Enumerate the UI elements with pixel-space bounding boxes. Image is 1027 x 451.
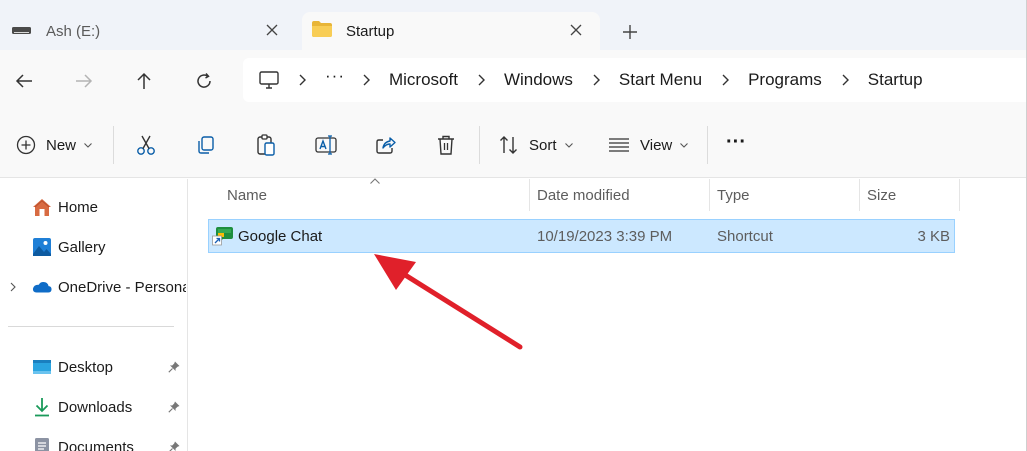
file-list: Name Date modified Type Size Google Chat… [189,178,1027,451]
chevron-right-icon [842,74,850,86]
rename-icon [315,135,337,155]
chevron-right-icon [363,74,371,86]
sidebar-item-gallery[interactable]: Gallery [0,230,188,264]
more-options-button[interactable]: ··· [726,128,746,156]
gallery-icon [32,237,52,257]
view-label: View [640,136,673,154]
breadcrumb-start-menu[interactable]: Start Menu [619,70,702,90]
chevron-down-icon [84,142,92,148]
up-arrow-icon [137,72,151,89]
home-icon [32,197,52,217]
file-size: 3 KB [917,227,950,245]
tab-startup[interactable]: Startup [302,12,600,50]
sidebar-item-downloads[interactable]: Downloads [0,390,188,424]
chevron-down-icon [564,142,573,148]
chevron-right-icon [593,74,601,86]
close-icon[interactable] [264,22,280,38]
close-icon[interactable] [568,22,584,38]
cut-button[interactable] [135,131,157,159]
title-bar: Ash (E:) Startup [0,0,1027,50]
pin-icon[interactable] [167,360,181,374]
command-bar: New Sort View ··· [0,112,1027,178]
chevron-right-icon [722,74,730,86]
address-bar[interactable]: ··· Microsoft Windows Start Menu Program… [243,58,1027,102]
sort-label: Sort [529,136,557,154]
copy-button[interactable] [195,131,217,159]
tab-ash-drive[interactable]: Ash (E:) [0,12,296,50]
forward-button[interactable] [70,67,98,95]
file-type: Shortcut [717,227,773,245]
tab-label: Startup [346,22,395,40]
column-header-type[interactable]: Type [709,179,859,211]
breadcrumb-startup[interactable]: Startup [868,70,923,90]
refresh-button[interactable] [190,67,218,95]
file-name: Google Chat [238,227,323,245]
breadcrumb-overflow[interactable]: ··· [325,66,345,86]
pin-icon[interactable] [167,400,181,414]
back-arrow-icon [15,74,32,88]
toolbar-divider [479,126,480,164]
sidebar-item-onedrive[interactable]: OneDrive - Persona [0,270,188,304]
forward-arrow-icon [76,74,93,88]
sidebar-item-documents[interactable]: Documents [0,430,188,451]
delete-icon [438,135,454,155]
view-button[interactable]: View [608,131,689,159]
toolbar-divider [707,126,708,164]
onedrive-icon [32,277,52,297]
table-row[interactable]: Google Chat 10/19/2023 3:39 PM Shortcut … [208,219,955,253]
folder-icon [312,21,332,41]
navigation-pane: Home Gallery OneDrive - Persona Desktop … [0,179,188,451]
file-date-modified: 10/19/2023 3:39 PM [537,227,673,245]
paste-icon [257,134,275,156]
copy-icon [198,136,214,154]
rename-button[interactable] [315,131,337,159]
sidebar-divider [8,326,174,327]
sort-button[interactable]: Sort [499,131,573,159]
google-chat-shortcut-icon [212,226,234,246]
chevron-right-icon [299,74,307,86]
tab-label: Ash (E:) [46,22,101,40]
plus-icon [623,25,637,39]
sidebar-item-home[interactable]: Home [0,190,188,224]
cut-icon [137,135,155,155]
download-icon [32,397,52,417]
more-options-label: ··· [726,130,746,153]
sidebar-item-label: Gallery [58,238,106,256]
pin-icon[interactable] [167,440,181,451]
paste-button[interactable] [255,131,277,159]
breadcrumb-programs[interactable]: Programs [748,70,822,90]
desktop-icon [32,357,52,377]
chevron-right-icon [478,74,486,86]
sidebar-item-label: Home [58,198,99,216]
breadcrumb-microsoft[interactable]: Microsoft [389,70,458,90]
column-header-date[interactable]: Date modified [529,179,709,211]
column-header-name[interactable]: Name [219,179,529,211]
share-icon [376,137,396,154]
new-button[interactable]: New [16,131,92,159]
column-header-size[interactable]: Size [859,179,959,211]
back-button[interactable] [10,67,38,95]
breadcrumb-windows[interactable]: Windows [504,70,573,90]
delete-button[interactable] [435,131,457,159]
new-tab-button[interactable] [618,21,642,43]
up-button[interactable] [130,67,158,95]
chevron-right-icon[interactable] [8,280,18,294]
new-label: New [46,136,77,154]
refresh-icon [197,73,211,88]
sidebar-item-label: OneDrive - Persona [58,278,186,296]
view-list-icon [609,138,629,152]
monitor-icon [259,71,279,89]
documents-icon [32,437,52,451]
navigation-bar: ··· Microsoft Windows Start Menu Program… [0,50,1027,112]
sort-icon [500,136,517,154]
toolbar-divider [113,126,114,164]
drive-icon [12,23,32,40]
share-button[interactable] [375,131,397,159]
chevron-down-icon [680,142,689,148]
plus-circle-icon [16,135,36,155]
sidebar-item-desktop[interactable]: Desktop [0,350,188,384]
column-divider[interactable] [959,179,960,211]
